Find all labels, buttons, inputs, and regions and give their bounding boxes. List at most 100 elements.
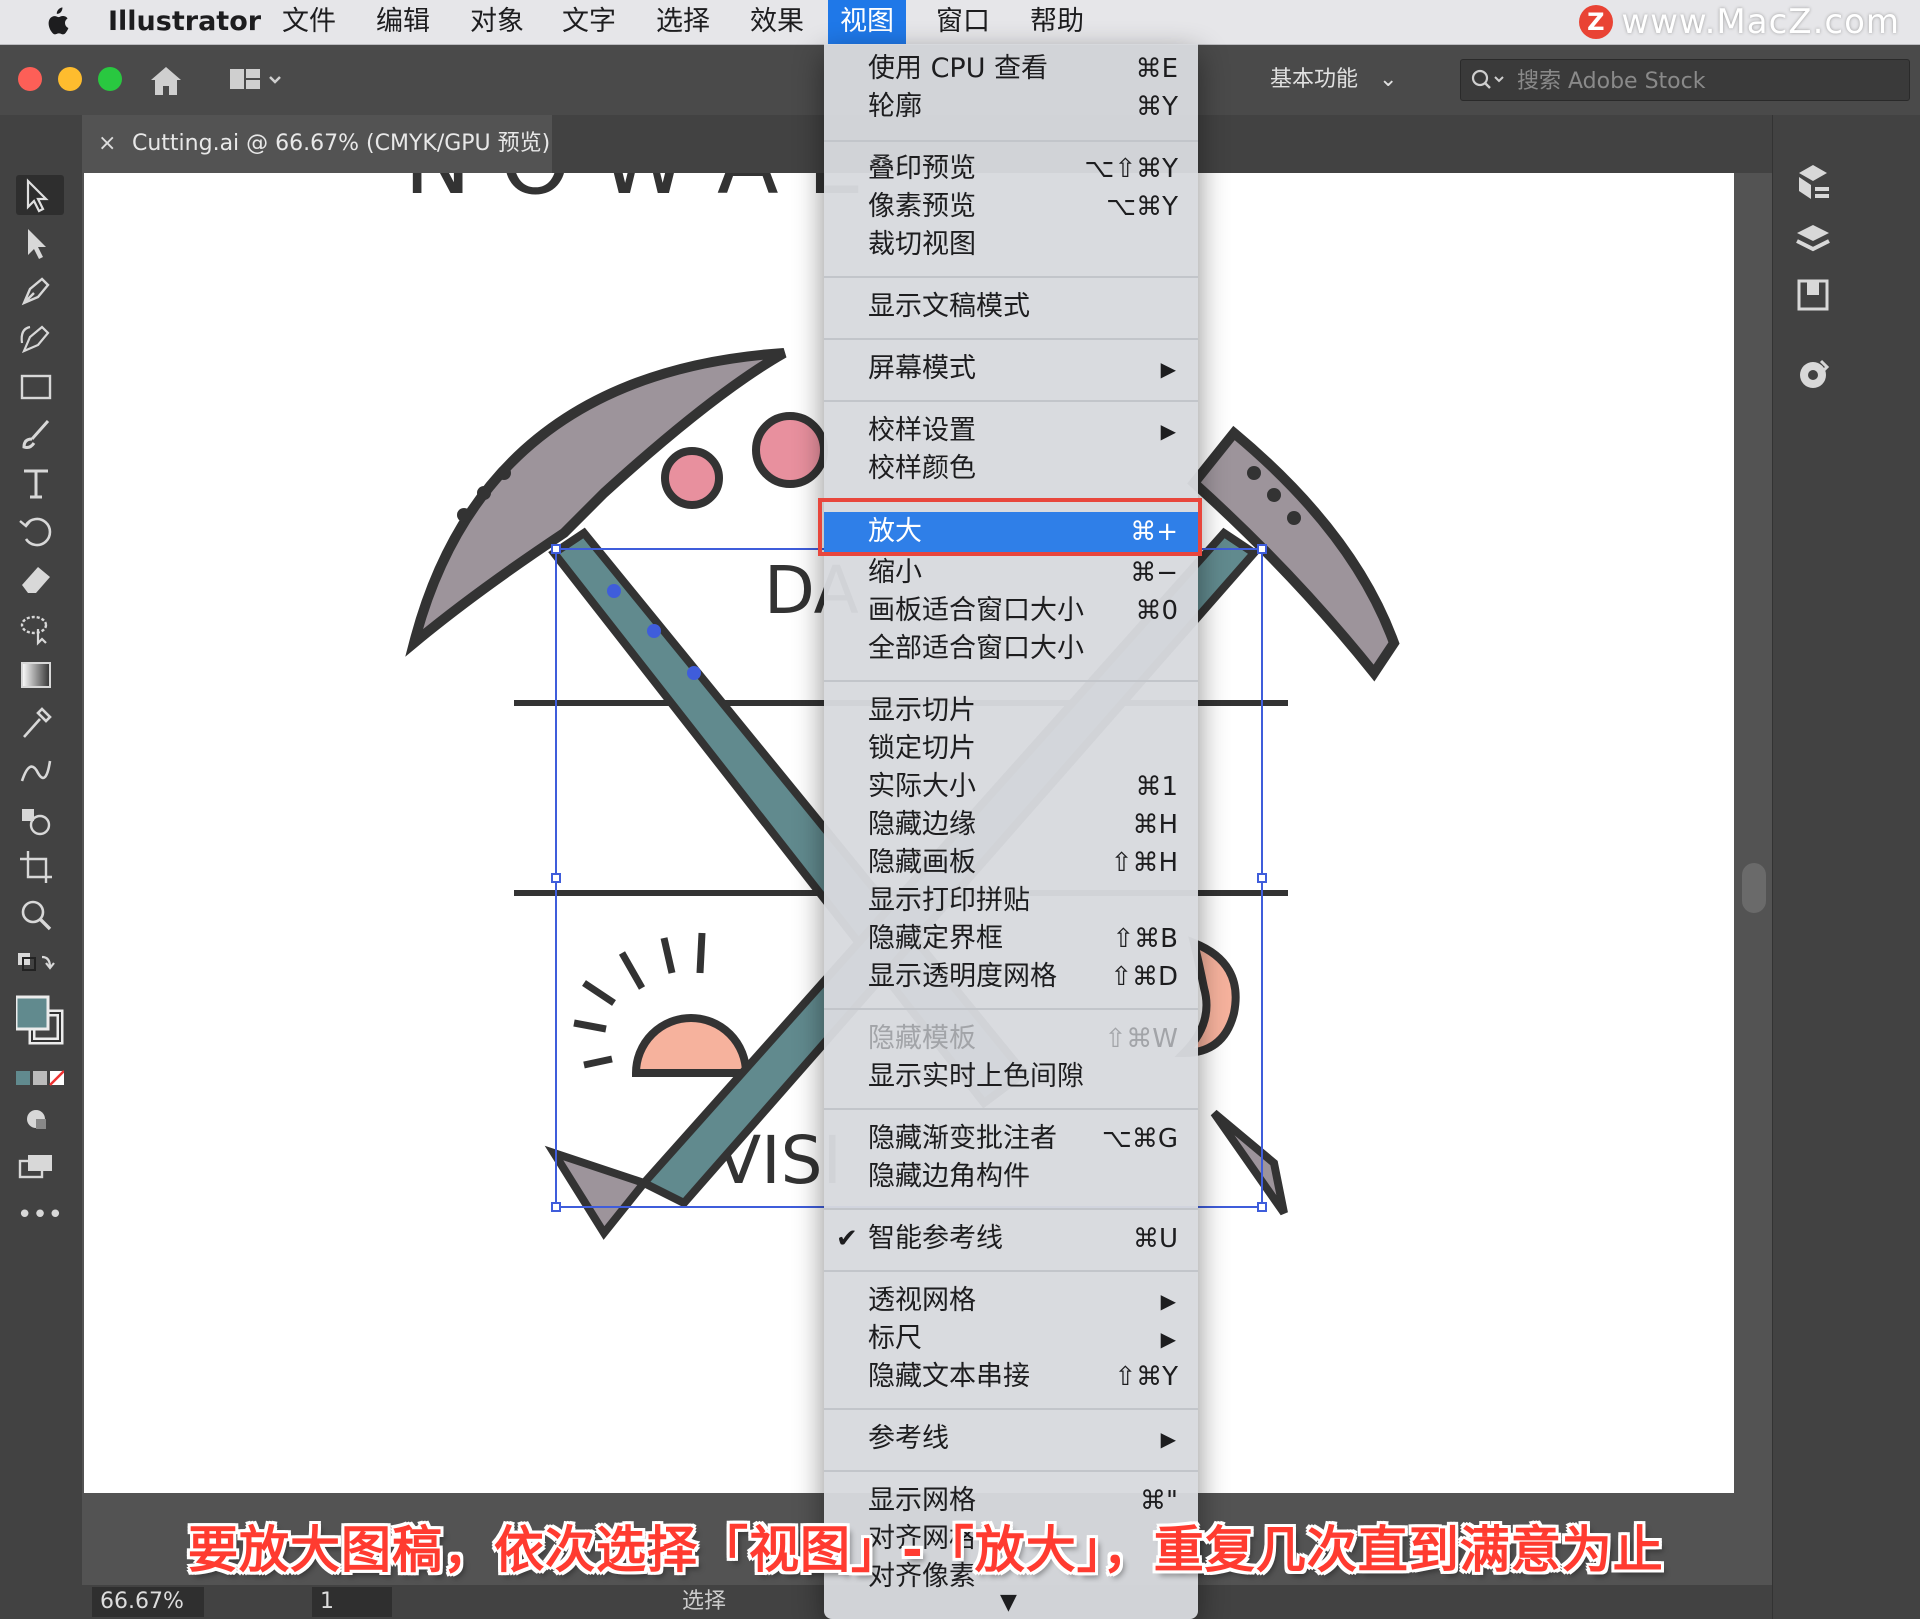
- menu-item-presentation-mode[interactable]: 显示文稿模式: [824, 288, 1198, 326]
- menu-item-trim-view[interactable]: 裁切视图: [824, 226, 1198, 264]
- free-transform-tool-icon[interactable]: [16, 607, 64, 647]
- menu-effect[interactable]: 效果: [738, 0, 816, 44]
- menu-item-zoom-out[interactable]: 缩小 ⌘−: [824, 554, 1198, 592]
- menu-item-print-tiling[interactable]: 显示打印拼贴: [824, 882, 1198, 920]
- artwork-top-text: N O W A E: [404, 173, 864, 215]
- menu-item-pixel-preview[interactable]: 像素预览 ⌥⌘Y: [824, 188, 1198, 226]
- blend-tool-icon[interactable]: [16, 751, 64, 791]
- menu-file[interactable]: 文件: [270, 0, 348, 44]
- view-menu-dropdown: 使用 CPU 查看 ⌘E 轮廓 ⌘Y 叠印预览 ⌥⇧⌘Y 像素预览 ⌥⌘Y 裁切视图 显…: [824, 44, 1198, 1619]
- mac-menu-bar: Illustrator 文件 编辑 对象 文字 选择 效果 视图 窗口 帮助 Z…: [0, 0, 1920, 45]
- menu-item-lock-slices[interactable]: 锁定切片: [824, 730, 1198, 768]
- close-window-button[interactable]: [18, 67, 42, 91]
- menu-item-perspective-grid[interactable]: 透视网格 ▶: [824, 1282, 1198, 1320]
- right-panel-dock: [1772, 115, 1920, 1619]
- apple-icon[interactable]: [42, 6, 70, 38]
- vertical-scrollbar[interactable]: [1738, 173, 1770, 1493]
- menu-object[interactable]: 对象: [458, 0, 536, 44]
- tools-panel: •••: [0, 115, 82, 1619]
- workspace-switcher[interactable]: 基本功能 ⌄: [1270, 61, 1397, 99]
- menu-item-cpu-view[interactable]: 使用 CPU 查看 ⌘E: [824, 50, 1198, 88]
- menu-item-gradient-annotator[interactable]: 隐藏渐变批注者 ⌥⌘G: [824, 1120, 1198, 1158]
- submenu-arrow-icon: ▶: [1160, 1427, 1176, 1451]
- menu-item-text-threads[interactable]: 隐藏文本串接 ⇧⌘Y: [824, 1358, 1198, 1396]
- sun: [631, 1014, 751, 1077]
- menu-type[interactable]: 文字: [550, 0, 628, 44]
- type-tool-icon[interactable]: [16, 463, 64, 503]
- scrollbar-thumb[interactable]: [1742, 863, 1766, 913]
- layers-icon[interactable]: [1791, 217, 1835, 261]
- curvature-tool-icon[interactable]: [16, 319, 64, 359]
- menu-scroll-down-icon[interactable]: ▼: [1000, 1590, 1017, 1615]
- fill-stroke-swatch[interactable]: [14, 991, 64, 1059]
- menu-item-live-paint-gaps[interactable]: 显示实时上色间隙: [824, 1058, 1198, 1096]
- menu-illustrator[interactable]: Illustrator: [96, 0, 273, 44]
- menu-help[interactable]: 帮助: [1018, 0, 1096, 44]
- menu-item-outline[interactable]: 轮廓 ⌘Y: [824, 88, 1198, 126]
- color-mode-icon[interactable]: [16, 1063, 65, 1093]
- color-guide-icon[interactable]: [1791, 353, 1835, 397]
- menu-item-fit-artboard[interactable]: 画板适合窗口大小 ⌘0: [824, 592, 1198, 630]
- menu-item-corner-widget[interactable]: 隐藏边角构件: [824, 1158, 1198, 1196]
- menu-item-rulers[interactable]: 标尺 ▶: [824, 1320, 1198, 1358]
- menu-item-fit-all[interactable]: 全部适合窗口大小: [824, 630, 1198, 668]
- menu-item-transparency-grid[interactable]: 显示透明度网格 ⇧⌘D: [824, 958, 1198, 996]
- pink-circle-small: [661, 447, 723, 509]
- more-tools-icon[interactable]: •••: [16, 1202, 64, 1235]
- menu-window[interactable]: 窗口: [924, 0, 1002, 44]
- libraries-icon[interactable]: [1791, 161, 1835, 205]
- menu-item-guides[interactable]: 参考线 ▶: [824, 1420, 1198, 1458]
- home-icon[interactable]: [148, 63, 184, 99]
- pink-circle-large: [752, 412, 828, 488]
- menu-item-actual-size[interactable]: 实际大小 ⌘1: [824, 768, 1198, 806]
- search-input[interactable]: [1515, 60, 1899, 102]
- symbol-sprayer-tool-icon[interactable]: [16, 799, 64, 839]
- submenu-arrow-icon: ▶: [1160, 419, 1176, 443]
- watermark: Z www.MacZ.com: [1579, 0, 1900, 44]
- submenu-arrow-icon: ▶: [1160, 357, 1176, 381]
- submenu-arrow-icon: ▶: [1160, 1327, 1176, 1351]
- menu-item-proof-colors[interactable]: 校样颜色: [824, 450, 1198, 488]
- zoom-window-button[interactable]: [98, 67, 122, 91]
- zoom-level-field[interactable]: 66.67%: [92, 1587, 204, 1617]
- selection-tool-icon[interactable]: [16, 175, 64, 215]
- menu-item-overprint-preview[interactable]: 叠印预览 ⌥⇧⌘Y: [824, 150, 1198, 188]
- menu-view[interactable]: 视图: [828, 0, 906, 44]
- menu-item-hide-artboards[interactable]: 隐藏画板 ⇧⌘H: [824, 844, 1198, 882]
- tutorial-caption: 要放大图稿，依次选择「视图」-「放大」，重复几次直到满意为止: [188, 1521, 1664, 1579]
- artboards-icon[interactable]: [1791, 273, 1835, 317]
- close-tab-icon[interactable]: ×: [98, 115, 116, 173]
- draw-mode-icon[interactable]: [16, 1099, 64, 1139]
- menu-edit[interactable]: 编辑: [364, 0, 442, 44]
- artboard-tool-icon[interactable]: [16, 847, 64, 887]
- eyedropper-tool-icon[interactable]: [16, 703, 64, 743]
- status-tool-label: 选择: [682, 1589, 727, 1614]
- zoom-tool-icon[interactable]: [16, 895, 64, 935]
- stock-search[interactable]: [1460, 59, 1910, 102]
- submenu-arrow-icon: ▶: [1160, 1289, 1176, 1313]
- menu-item-proof-setup[interactable]: 校样设置 ▶: [824, 412, 1198, 450]
- artboard-number-field[interactable]: 1: [312, 1587, 392, 1617]
- menu-item-smart-guides[interactable]: ✔ 智能参考线 ⌘U: [824, 1220, 1198, 1258]
- swap-fill-stroke-icon[interactable]: [16, 945, 64, 977]
- menu-select[interactable]: 选择: [644, 0, 722, 44]
- watermark-logo-icon: Z: [1579, 5, 1614, 39]
- document-tab[interactable]: × Cutting.ai @ 66.67% (CMYK/GPU 预览): [82, 115, 552, 173]
- menu-item-hide-edges[interactable]: 隐藏边缘 ⌘H: [824, 806, 1198, 844]
- screen-mode-icon[interactable]: [16, 1147, 64, 1187]
- chevron-down-icon: ⌄: [1379, 67, 1398, 92]
- direct-selection-tool-icon[interactable]: [16, 223, 64, 263]
- menu-item-show-slices[interactable]: 显示切片: [824, 692, 1198, 730]
- arrange-documents-icon[interactable]: [228, 65, 284, 95]
- rotate-tool-icon[interactable]: [16, 511, 64, 551]
- gradient-tool-icon[interactable]: [16, 655, 64, 695]
- workspace-label: 基本功能: [1270, 67, 1359, 92]
- menu-item-screen-mode[interactable]: 屏幕模式 ▶: [824, 350, 1198, 388]
- menu-item-hide-bounding-box[interactable]: 隐藏定界框 ⇧⌘B: [824, 920, 1198, 958]
- rectangle-tool-icon[interactable]: [16, 367, 64, 407]
- paintbrush-tool-icon[interactable]: [16, 415, 64, 455]
- eraser-tool-icon[interactable]: [16, 559, 64, 599]
- checkmark-icon: ✔: [836, 1224, 858, 1254]
- minimize-window-button[interactable]: [58, 67, 82, 91]
- pen-tool-icon[interactable]: [16, 271, 64, 311]
